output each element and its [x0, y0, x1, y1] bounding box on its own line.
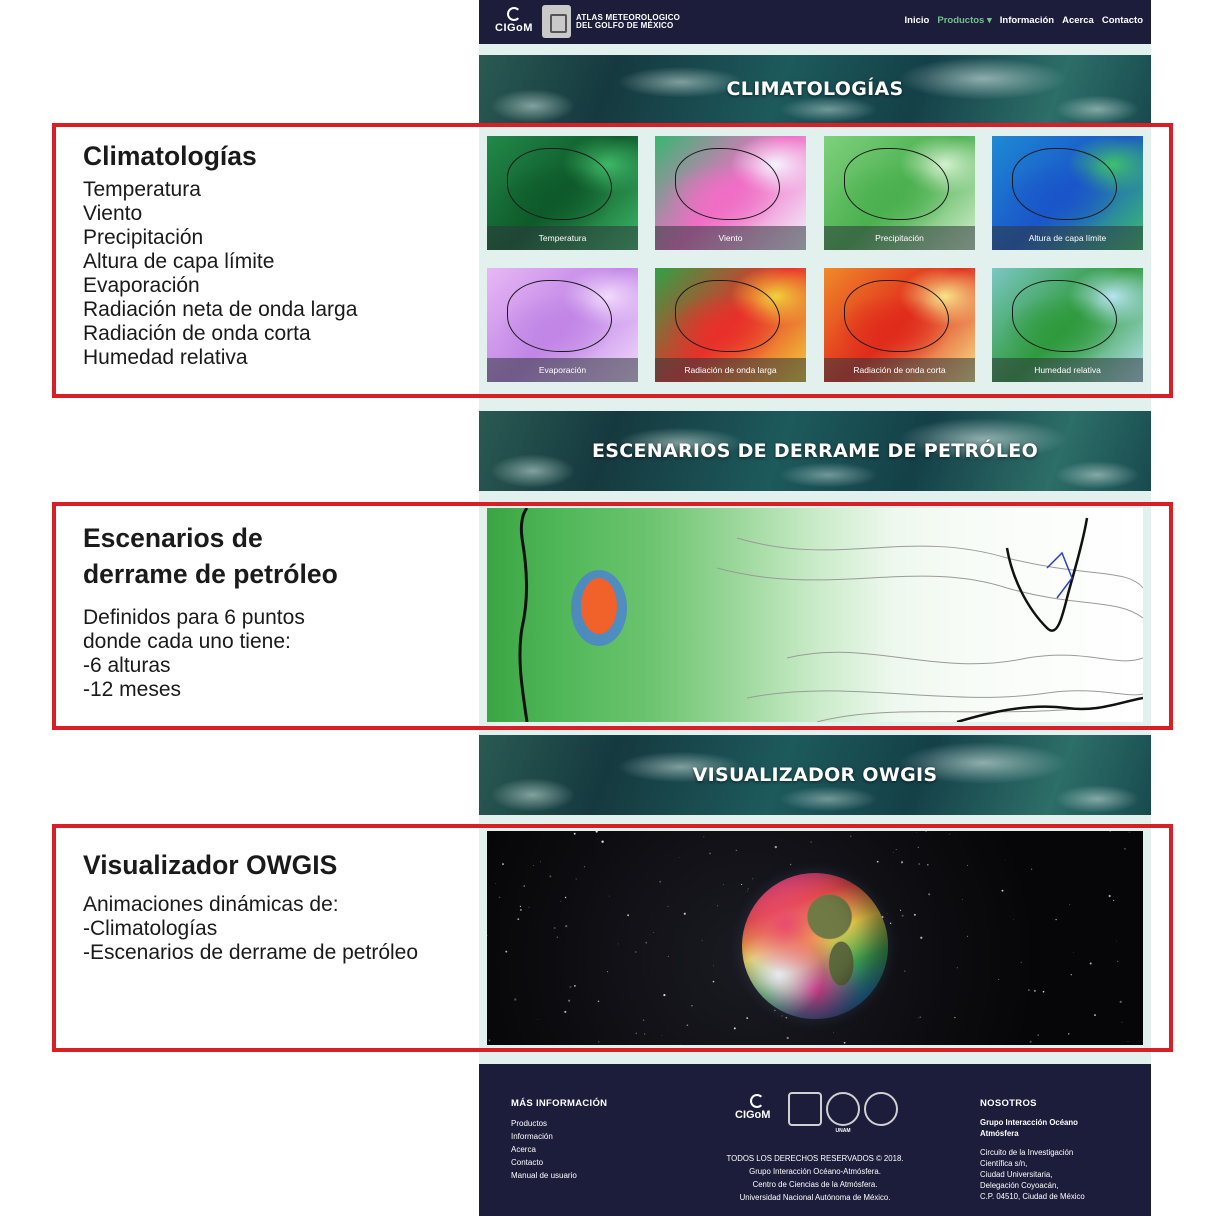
climatologias-banner: CLIMATOLOGÍAS — [479, 55, 1151, 123]
annotation-title: Visualizador OWGIS — [83, 850, 338, 880]
nosotros-info: Grupo Interacción Océano Atmósfera Circu… — [980, 1118, 1085, 1201]
spill-annotation: Escenarios de derrame de petróleo Defini… — [83, 520, 338, 702]
sun-icon — [507, 7, 521, 21]
footer-cigom-logo: CIGoM — [734, 1094, 784, 1128]
nav-link-inicio[interactable]: Inicio — [905, 15, 930, 26]
nav-link-acerca[interactable]: Acerca — [1062, 15, 1094, 26]
nav-menu: Inicio Productos ▾ Información Acerca Co… — [905, 15, 1143, 26]
cigom-logo[interactable]: CIGoM — [493, 6, 539, 38]
wave-seal-icon — [864, 1092, 898, 1126]
nav-link-contacto[interactable]: Contacto — [1102, 15, 1143, 26]
footer-link-contacto[interactable]: Contacto — [511, 1156, 577, 1169]
nosotros-heading: NOSOTROS — [980, 1098, 1037, 1109]
copyright-text: TODOS LOS DERECHOS RESERVADOS © 2018. Gr… — [726, 1154, 904, 1202]
atmosphere-seal-icon: UNAM — [826, 1092, 860, 1134]
more-info-heading: MÁS INFORMACIÓN — [511, 1098, 608, 1109]
spill-banner: ESCENARIOS DE DERRAME DE PETRÓLEO — [479, 411, 1151, 491]
footer-logos: CIGoM UNAM — [734, 1092, 904, 1134]
unam-emblem-icon — [788, 1092, 822, 1126]
navbar: CIGoM ATLAS METEOROLOGICO DEL GOLFO DE M… — [479, 0, 1151, 44]
owgis-annotation: Visualizador OWGIS Animaciones dinámicas… — [83, 847, 418, 965]
footer: MÁS INFORMACIÓN Productos Información Ac… — [479, 1064, 1151, 1216]
owgis-banner: VISUALIZADOR OWGIS — [479, 735, 1151, 815]
footer-link-productos[interactable]: Productos — [511, 1117, 577, 1130]
annotation-list: Temperatura Viento Precipitación Altura … — [83, 178, 358, 369]
sun-icon — [750, 1094, 764, 1108]
annotation-list: Animaciones dinámicas de: -Climatologías… — [83, 893, 419, 964]
footer-links: Productos Información Acerca Contacto Ma… — [511, 1117, 577, 1182]
climatologias-annotation: Climatologías Temperatura Viento Precipi… — [83, 138, 357, 370]
unam-emblem-icon — [542, 5, 571, 38]
footer-link-acerca[interactable]: Acerca — [511, 1143, 577, 1156]
annotation-list: Definidos para 6 puntos donde cada uno t… — [83, 606, 305, 701]
atlas-title: ATLAS METEOROLOGICO DEL GOLFO DE MÉXICO — [576, 13, 681, 30]
nav-link-informacion[interactable]: Información — [1000, 15, 1054, 26]
annotation-title: Climatologías — [83, 141, 257, 171]
footer-link-informacion[interactable]: Información — [511, 1130, 577, 1143]
footer-link-manual[interactable]: Manual de usuario — [511, 1169, 577, 1182]
nav-link-productos[interactable]: Productos ▾ — [937, 15, 991, 26]
annotation-title: derrame de petróleo — [83, 559, 338, 589]
annotation-title: Escenarios de — [83, 523, 263, 553]
